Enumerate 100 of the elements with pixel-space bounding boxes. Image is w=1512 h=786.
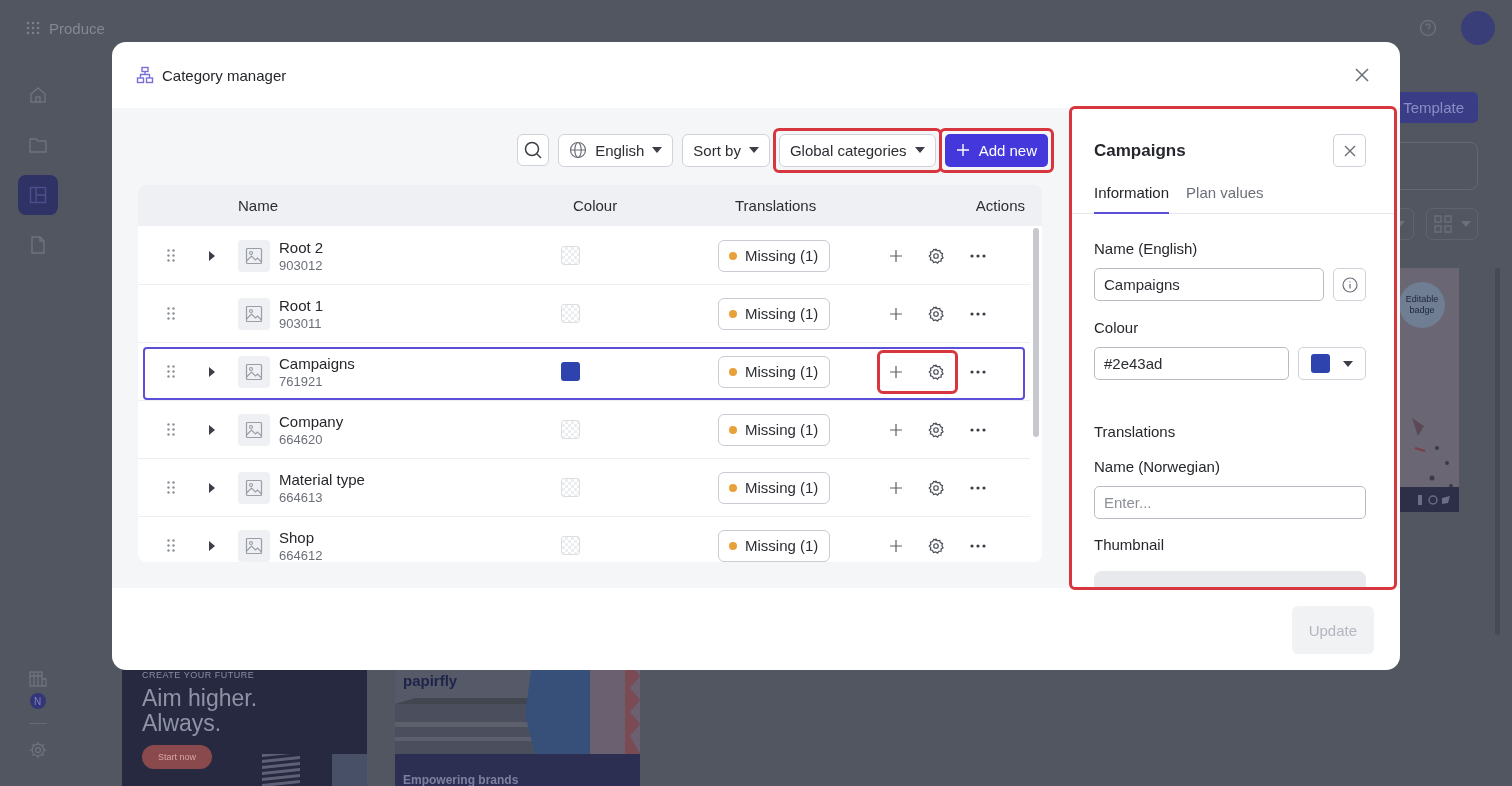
name-field[interactable]: Campaigns <box>1094 268 1324 301</box>
folder-icon <box>27 135 48 155</box>
image-placeholder-icon <box>238 413 270 446</box>
card-headline: Aim higher. Always. <box>142 686 259 736</box>
column-header: Colour <box>572 197 619 214</box>
close-button[interactable] <box>1333 134 1366 167</box>
expand-icon[interactable] <box>209 540 215 551</box>
colour-swatch <box>1311 354 1331 373</box>
empty-colour-swatch <box>561 304 580 323</box>
settings-icon[interactable] <box>927 304 945 323</box>
category-id: 664613 <box>279 488 324 506</box>
colour-field[interactable]: #2e43ad <box>1094 347 1289 380</box>
settings-icon[interactable] <box>927 536 945 555</box>
language-dropdown[interactable]: English <box>558 133 674 167</box>
expand-icon[interactable] <box>209 424 215 435</box>
category-name: Campaigns <box>279 353 356 373</box>
add-icon[interactable] <box>890 365 902 378</box>
dialog-title: Category manager <box>162 66 288 84</box>
settings-icon[interactable] <box>927 420 945 439</box>
field-label: Name (Norwegian) <box>1094 458 1221 475</box>
category-filter-dropdown[interactable]: Global categories <box>778 133 936 167</box>
image-placeholder-icon <box>238 355 270 388</box>
drag-handle-icon[interactable] <box>167 247 175 264</box>
category-id: 761921 <box>279 372 324 390</box>
drag-handle-icon[interactable] <box>167 479 175 496</box>
apps-grid-icon[interactable] <box>26 21 40 35</box>
empty-colour-swatch <box>561 478 580 497</box>
info-button[interactable] <box>1333 268 1366 301</box>
field-label: Name (English) <box>1094 240 1199 257</box>
social-icons-drawing <box>1417 494 1451 505</box>
image-placeholder-icon <box>238 529 270 562</box>
more-icon[interactable] <box>970 369 986 374</box>
drag-handle-icon[interactable] <box>167 421 175 438</box>
empty-colour-swatch <box>561 536 580 555</box>
translation-status[interactable]: Missing (1) <box>718 529 831 562</box>
close-icon[interactable] <box>1355 68 1369 82</box>
add-icon[interactable] <box>890 539 902 552</box>
category-name: Material type <box>279 469 366 489</box>
more-icon[interactable] <box>970 427 986 432</box>
category-name: Shop <box>279 527 316 547</box>
table-row[interactable]: Campaigns 761921 Missing (1) <box>138 343 1030 401</box>
category-id: 903011 <box>279 314 323 332</box>
add-icon[interactable] <box>890 307 902 320</box>
colour-picker[interactable] <box>1298 347 1366 380</box>
category-id: 903012 <box>279 256 324 274</box>
more-icon[interactable] <box>970 543 986 548</box>
globe-icon <box>569 141 588 159</box>
add-new-button[interactable]: Add new <box>944 133 1048 167</box>
expand-icon[interactable] <box>209 366 215 377</box>
layout-icon <box>27 185 48 205</box>
tab[interactable]: Information <box>1094 184 1170 214</box>
section-heading: Translations <box>1094 423 1177 440</box>
card-badge: Editable badge <box>1399 282 1445 328</box>
sort-dropdown[interactable]: Sort by <box>682 133 770 167</box>
translation-status[interactable]: Missing (1) <box>718 239 831 272</box>
category-id: 664612 <box>279 546 324 562</box>
search-icon <box>523 140 544 160</box>
translation-status[interactable]: Missing (1) <box>718 471 831 504</box>
plus-icon <box>956 144 969 156</box>
empty-colour-swatch <box>561 420 580 439</box>
translation-status[interactable]: Missing (1) <box>718 297 831 330</box>
table-row[interactable]: Company 664620 Missing (1) <box>138 401 1030 459</box>
category-name: Company <box>279 411 345 431</box>
drag-handle-icon[interactable] <box>167 305 175 322</box>
search-button[interactable] <box>517 134 550 166</box>
empty-colour-swatch <box>561 246 580 265</box>
drag-handle-icon[interactable] <box>167 537 175 554</box>
table-row[interactable]: Root 1 903011 Missing (1) <box>138 285 1030 343</box>
drag-handle-icon[interactable] <box>167 363 175 380</box>
field-label: Colour <box>1094 319 1140 336</box>
translation-status[interactable]: Missing (1) <box>718 413 831 446</box>
settings-icon[interactable] <box>927 478 945 497</box>
category-name: Root 2 <box>279 237 325 257</box>
more-icon[interactable] <box>970 485 986 490</box>
info-icon <box>1341 276 1358 293</box>
table-row[interactable]: Root 2 903012 Missing (1) <box>138 227 1030 285</box>
translation-field[interactable]: Enter... <box>1094 486 1366 519</box>
settings-icon[interactable] <box>927 246 945 265</box>
table-row[interactable]: Shop 664612 Missing (1) <box>138 517 1030 562</box>
column-header: Name <box>237 197 279 214</box>
scrollbar[interactable] <box>1033 228 1039 437</box>
image-placeholder-icon <box>238 239 270 272</box>
settings-icon[interactable] <box>927 362 945 381</box>
category-name: Root 1 <box>279 295 325 315</box>
tab[interactable]: Plan values <box>1186 184 1264 214</box>
image-placeholder-icon <box>238 471 270 504</box>
translation-status[interactable]: Missing (1) <box>718 355 831 388</box>
more-icon[interactable] <box>970 253 986 258</box>
close-icon <box>1343 144 1356 157</box>
expand-icon[interactable] <box>209 250 215 261</box>
add-icon[interactable] <box>890 249 902 262</box>
table-row[interactable]: Material type 664613 Missing (1) <box>138 459 1030 517</box>
card-headline: Empowering brands <box>403 773 519 786</box>
add-icon[interactable] <box>890 481 902 494</box>
hierarchy-icon <box>136 66 154 84</box>
image-placeholder-icon <box>238 297 270 330</box>
expand-icon[interactable] <box>209 482 215 493</box>
more-icon[interactable] <box>970 311 986 316</box>
card-cta: Start now <box>142 745 213 769</box>
add-icon[interactable] <box>890 423 902 436</box>
